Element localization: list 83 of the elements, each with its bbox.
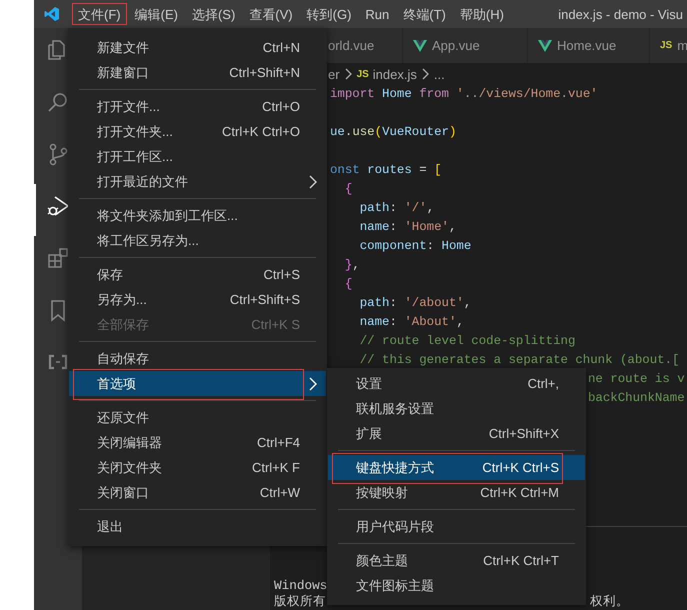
code-line: name: 'Home',: [358, 219, 456, 236]
chevron-right-icon: [344, 68, 353, 80]
code-line: {: [344, 276, 352, 293]
editor-tab[interactable]: App.vue: [403, 28, 528, 63]
terminal-text: Windows: [274, 578, 328, 594]
shortcut-label: Ctrl+Shift+S: [230, 292, 300, 307]
shortcut-label: Ctrl+K Ctrl+S: [482, 460, 559, 475]
menu-item[interactable]: 还原文件: [69, 405, 326, 430]
menu-item[interactable]: 关闭窗口 Ctrl+W: [69, 480, 326, 505]
breadcrumb-item[interactable]: er: [328, 66, 340, 82]
code-line: backChunkName: [588, 390, 685, 407]
code-line: path: '/',: [358, 200, 434, 217]
menu-item[interactable]: 联机服务设置: [328, 396, 585, 421]
menu-bar-item[interactable]: 编辑(E): [128, 3, 184, 25]
menu-item[interactable]: 扩展 Ctrl+Shift+X: [328, 421, 585, 446]
code-line: // route level code-splitting: [358, 333, 576, 350]
shortcut-label: Ctrl+K Ctrl+O: [222, 124, 300, 139]
code-line: path: '/about',: [358, 295, 472, 312]
extensions-icon: [46, 246, 70, 270]
menu-item[interactable]: 设置 Ctrl+,: [328, 371, 585, 396]
tab-label: App.vue: [432, 38, 480, 53]
code-line: import Home from '../views/Home.vue': [330, 86, 598, 103]
breadcrumb-item[interactable]: ...: [434, 66, 445, 82]
menu-item[interactable]: 退出: [69, 514, 326, 539]
code-line: name: 'About',: [358, 314, 464, 331]
shortcut-label: Ctrl+Shift+N: [229, 65, 300, 80]
menu-item[interactable]: 将文件夹添加到工作区...: [69, 203, 326, 228]
menu-item[interactable]: 另存为... Ctrl+Shift+S: [69, 287, 326, 312]
menu-item[interactable]: 打开最近的文件: [69, 169, 326, 194]
vue-icon: [538, 38, 552, 52]
shortcut-label: Ctrl+K Ctrl+M: [480, 485, 559, 500]
run-debug-icon: [46, 194, 70, 218]
menu-bar-item[interactable]: Run: [359, 3, 396, 25]
chevron-right-icon: [420, 68, 430, 80]
menu-item[interactable]: 用户代码片段: [328, 514, 585, 539]
code-line: },: [344, 257, 360, 274]
terminal-text: 版权所有: [274, 594, 326, 610]
file-type-label: JS: [660, 40, 672, 51]
shortcut-label: Ctrl+K F: [252, 460, 300, 475]
shortcut-label: Ctrl+Shift+X: [488, 426, 559, 441]
menu-item[interactable]: 新建窗口 Ctrl+Shift+N: [69, 60, 326, 85]
shortcut-label: Ctrl+S: [264, 267, 300, 282]
menu-item[interactable]: 保存 Ctrl+S: [69, 262, 326, 287]
menu-item[interactable]: 打开文件夹... Ctrl+K Ctrl+O: [69, 119, 326, 144]
file-type-label: JS: [356, 68, 369, 80]
menu-bar-item[interactable]: 终端(T): [397, 3, 452, 25]
editor-tab[interactable]: Home.vue: [528, 28, 650, 63]
menu-item[interactable]: 打开工作区...: [69, 144, 326, 169]
shortcut-label: Ctrl+,: [528, 376, 559, 391]
window-title: index.js - demo - Visu: [557, 6, 684, 22]
editor-tab[interactable]: JS m: [650, 28, 687, 63]
code-line: ue.use(VueRouter): [330, 124, 456, 141]
menu-bar-item[interactable]: 文件(F): [72, 3, 127, 25]
menu-item[interactable]: 自动保存: [69, 346, 326, 371]
menu-item[interactable]: 关闭文件夹 Ctrl+K F: [69, 455, 326, 480]
shortcut-label: Ctrl+O: [262, 99, 300, 114]
menu-bar-item[interactable]: 选择(S): [186, 3, 242, 25]
shortcut-label: Ctrl+W: [260, 485, 300, 500]
code-line: ne route is v: [588, 371, 685, 388]
shortcut-label: Ctrl+K Ctrl+T: [483, 553, 559, 568]
tab-label: m: [677, 38, 687, 53]
menu-item[interactable]: 将工作区另存为...: [69, 228, 326, 253]
shortcut-label: Ctrl+K S: [251, 317, 300, 332]
menu-item[interactable]: 文件图标主题: [328, 573, 585, 598]
terminal-text: 权利。: [590, 594, 629, 610]
code-line: component: Home: [358, 238, 472, 255]
tab-label: orld.vue: [328, 38, 374, 53]
menu-item[interactable]: 颜色主题 Ctrl+K Ctrl+T: [328, 548, 585, 573]
vue-icon: [413, 38, 427, 52]
menu-bar-item[interactable]: 帮助(H): [454, 3, 510, 25]
menu-bar-item[interactable]: 转到(G): [300, 3, 358, 25]
menu-item[interactable]: 按键映射 Ctrl+K Ctrl+M: [328, 480, 585, 505]
shortcut-label: Ctrl+F4: [257, 435, 300, 450]
search-icon: [46, 90, 70, 114]
menu-item[interactable]: 打开文件... Ctrl+O: [69, 94, 326, 119]
code-line: onst routes = [: [330, 162, 442, 179]
code-line: {: [344, 181, 352, 198]
menu-item[interactable]: 关闭编辑器 Ctrl+F4: [69, 430, 326, 455]
breadcrumb-item[interactable]: index.js: [372, 66, 417, 82]
menu-bar-item[interactable]: 查看(V): [243, 3, 299, 25]
code-line: // this generates a separate chunk (about.[: [358, 352, 680, 369]
app-logo-icon: [44, 6, 60, 22]
tab-label: Home.vue: [557, 38, 616, 53]
